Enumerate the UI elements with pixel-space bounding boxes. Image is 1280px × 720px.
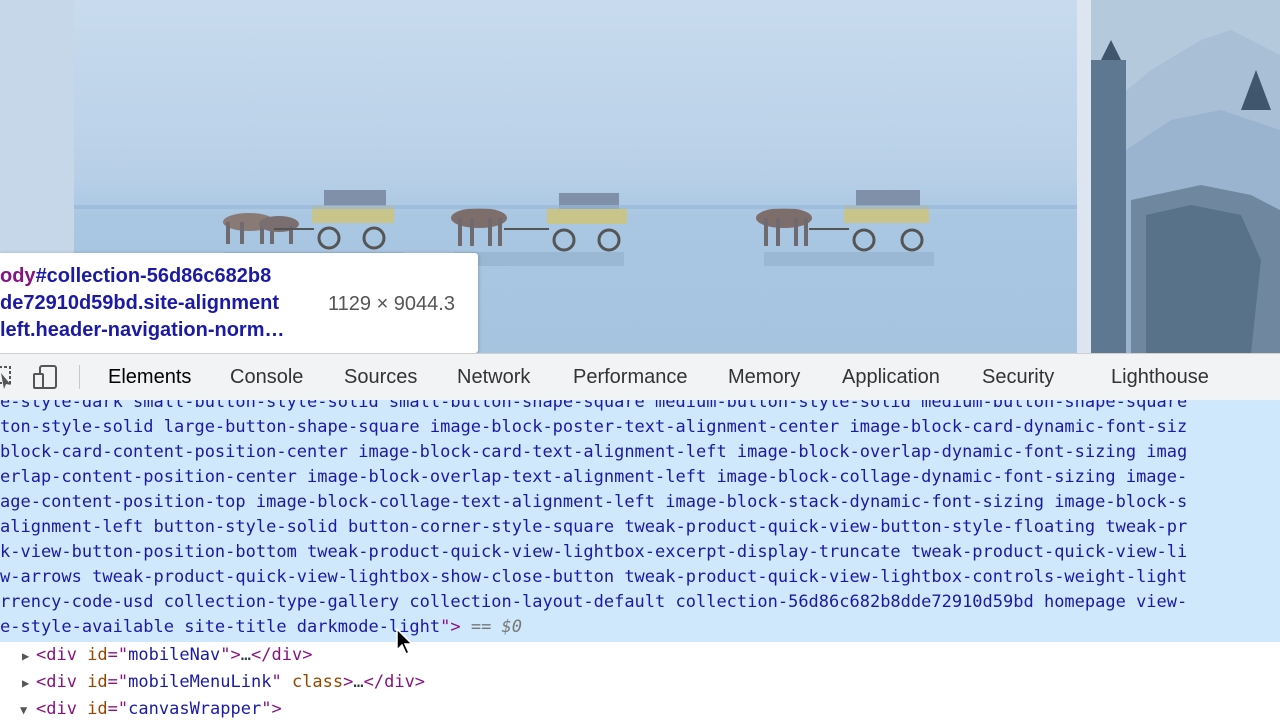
node-attr-value: canvasWrapper [128, 699, 262, 719]
node-open-tag: <div [36, 672, 88, 692]
tooltip-selector-id: #collection-56d86c682b8 [35, 265, 272, 287]
class-attr-tail: e-style-available site-title darkmode-li… [0, 617, 441, 637]
page-preview: ody#collection-56d86c682b8 de72910d59bd.… [0, 0, 1280, 353]
class-attr-line: erlap-content-position-center image-bloc… [0, 467, 1188, 487]
tab-performance[interactable]: Performance [573, 366, 688, 389]
class-attr-line: rrency-code-usd collection-type-gallery … [0, 592, 1188, 612]
node-attr-value: mobileNav [128, 645, 221, 665]
tab-sources[interactable]: Sources [344, 366, 417, 389]
node-tag-close: "> [220, 645, 241, 665]
preview-gutter [1077, 0, 1091, 353]
class-attr-last-line: e-style-available site-title darkmode-li… [0, 615, 522, 640]
tab-elements[interactable]: Elements [108, 366, 191, 389]
class-attr-line: k-view-button-position-bottom tweak-prod… [0, 542, 1188, 562]
node-attr-quote: " [271, 672, 292, 692]
node-attr-name: id [87, 699, 108, 719]
tooltip-selector-line-1: ody#collection-56d86c682b8 [0, 265, 271, 288]
elements-panel[interactable]: e-style-dark small-button-style-solid sm… [0, 400, 1280, 720]
tab-network[interactable]: Network [457, 366, 530, 389]
tab-memory[interactable]: Memory [728, 366, 800, 389]
tab-application[interactable]: Application [842, 366, 940, 389]
tooltip-selector-line-3: left.header-navigation-norm… [0, 319, 285, 341]
collapse-triangle-icon[interactable]: ▼ [20, 703, 27, 717]
tooltip-selector-line-2: de72910d59bd.site-alignment [0, 292, 279, 314]
class-attr-line: block-card-content-position-center image… [0, 442, 1188, 462]
tag-close: "> [440, 617, 461, 637]
node-open-tag: <div [36, 699, 88, 719]
class-attr-line: alignment-left button-style-solid button… [0, 517, 1188, 537]
class-attr-line: age-content-position-top image-block-col… [0, 492, 1188, 512]
node-attr-eq: =" [107, 672, 129, 692]
node-attr-eq: =" [107, 645, 129, 665]
class-attr-line: e-style-dark small-button-style-solid sm… [0, 400, 1188, 412]
class-attr-line: w-arrows tweak-product-quick-view-lightb… [0, 567, 1188, 587]
tooltip-dimensions: 1129 × 9044.3 [328, 293, 455, 315]
carriage-3 [756, 190, 929, 252]
node-attr-eq: =" [107, 699, 129, 719]
carriage-2 [451, 193, 627, 252]
device-toolbar-icon[interactable] [32, 364, 60, 395]
toolbar-separator [79, 365, 80, 389]
tooltip-tag-name: ody [0, 265, 36, 287]
console-ref-var: $0 [501, 617, 523, 637]
node-tag-close: > [343, 672, 354, 692]
dom-node-mobilemenulink[interactable]: <div id="mobileMenuLink" class>…</div> [36, 669, 425, 696]
mouse-pointer-icon [396, 628, 414, 656]
node-open-tag: <div [36, 645, 88, 665]
tab-security[interactable]: Security [982, 366, 1054, 389]
node-tag-close: "> [261, 699, 282, 719]
dom-node-canvaswrapper[interactable]: <div id="canvasWrapper"> [36, 696, 282, 720]
carriage-1 [223, 190, 394, 250]
node-attr-value: mobileMenuLink [128, 672, 272, 692]
devtools-tab-bar: Elements Console Sources Network Perform… [0, 353, 1280, 401]
node-attr-name: id [87, 672, 108, 692]
horizon-line [74, 205, 1077, 209]
inspect-cursor-icon[interactable] [0, 364, 14, 395]
expand-triangle-icon[interactable]: ▶ [22, 676, 29, 690]
mountain-image [1091, 0, 1280, 353]
mountain-illustration [1091, 30, 1280, 353]
node-collapsed-ellipsis[interactable]: … [241, 645, 251, 665]
element-inspect-tooltip: ody#collection-56d86c682b8 de72910d59bd.… [0, 253, 478, 353]
expand-triangle-icon[interactable]: ▶ [22, 649, 29, 663]
class-attr-line: ton-style-solid large-button-shape-squar… [0, 417, 1188, 437]
node-end-tag: </div> [251, 645, 313, 665]
node-end-tag: </div> [363, 672, 426, 692]
node-collapsed-ellipsis[interactable]: … [353, 672, 363, 692]
node-attr-name: class [291, 672, 344, 692]
tab-lighthouse[interactable]: Lighthouse [1111, 366, 1209, 389]
console-ref-marker: == [460, 617, 502, 637]
tab-console[interactable]: Console [230, 366, 303, 389]
dom-node-mobilenav[interactable]: <div id="mobileNav">…</div> [36, 642, 312, 669]
node-attr-name: id [87, 645, 108, 665]
